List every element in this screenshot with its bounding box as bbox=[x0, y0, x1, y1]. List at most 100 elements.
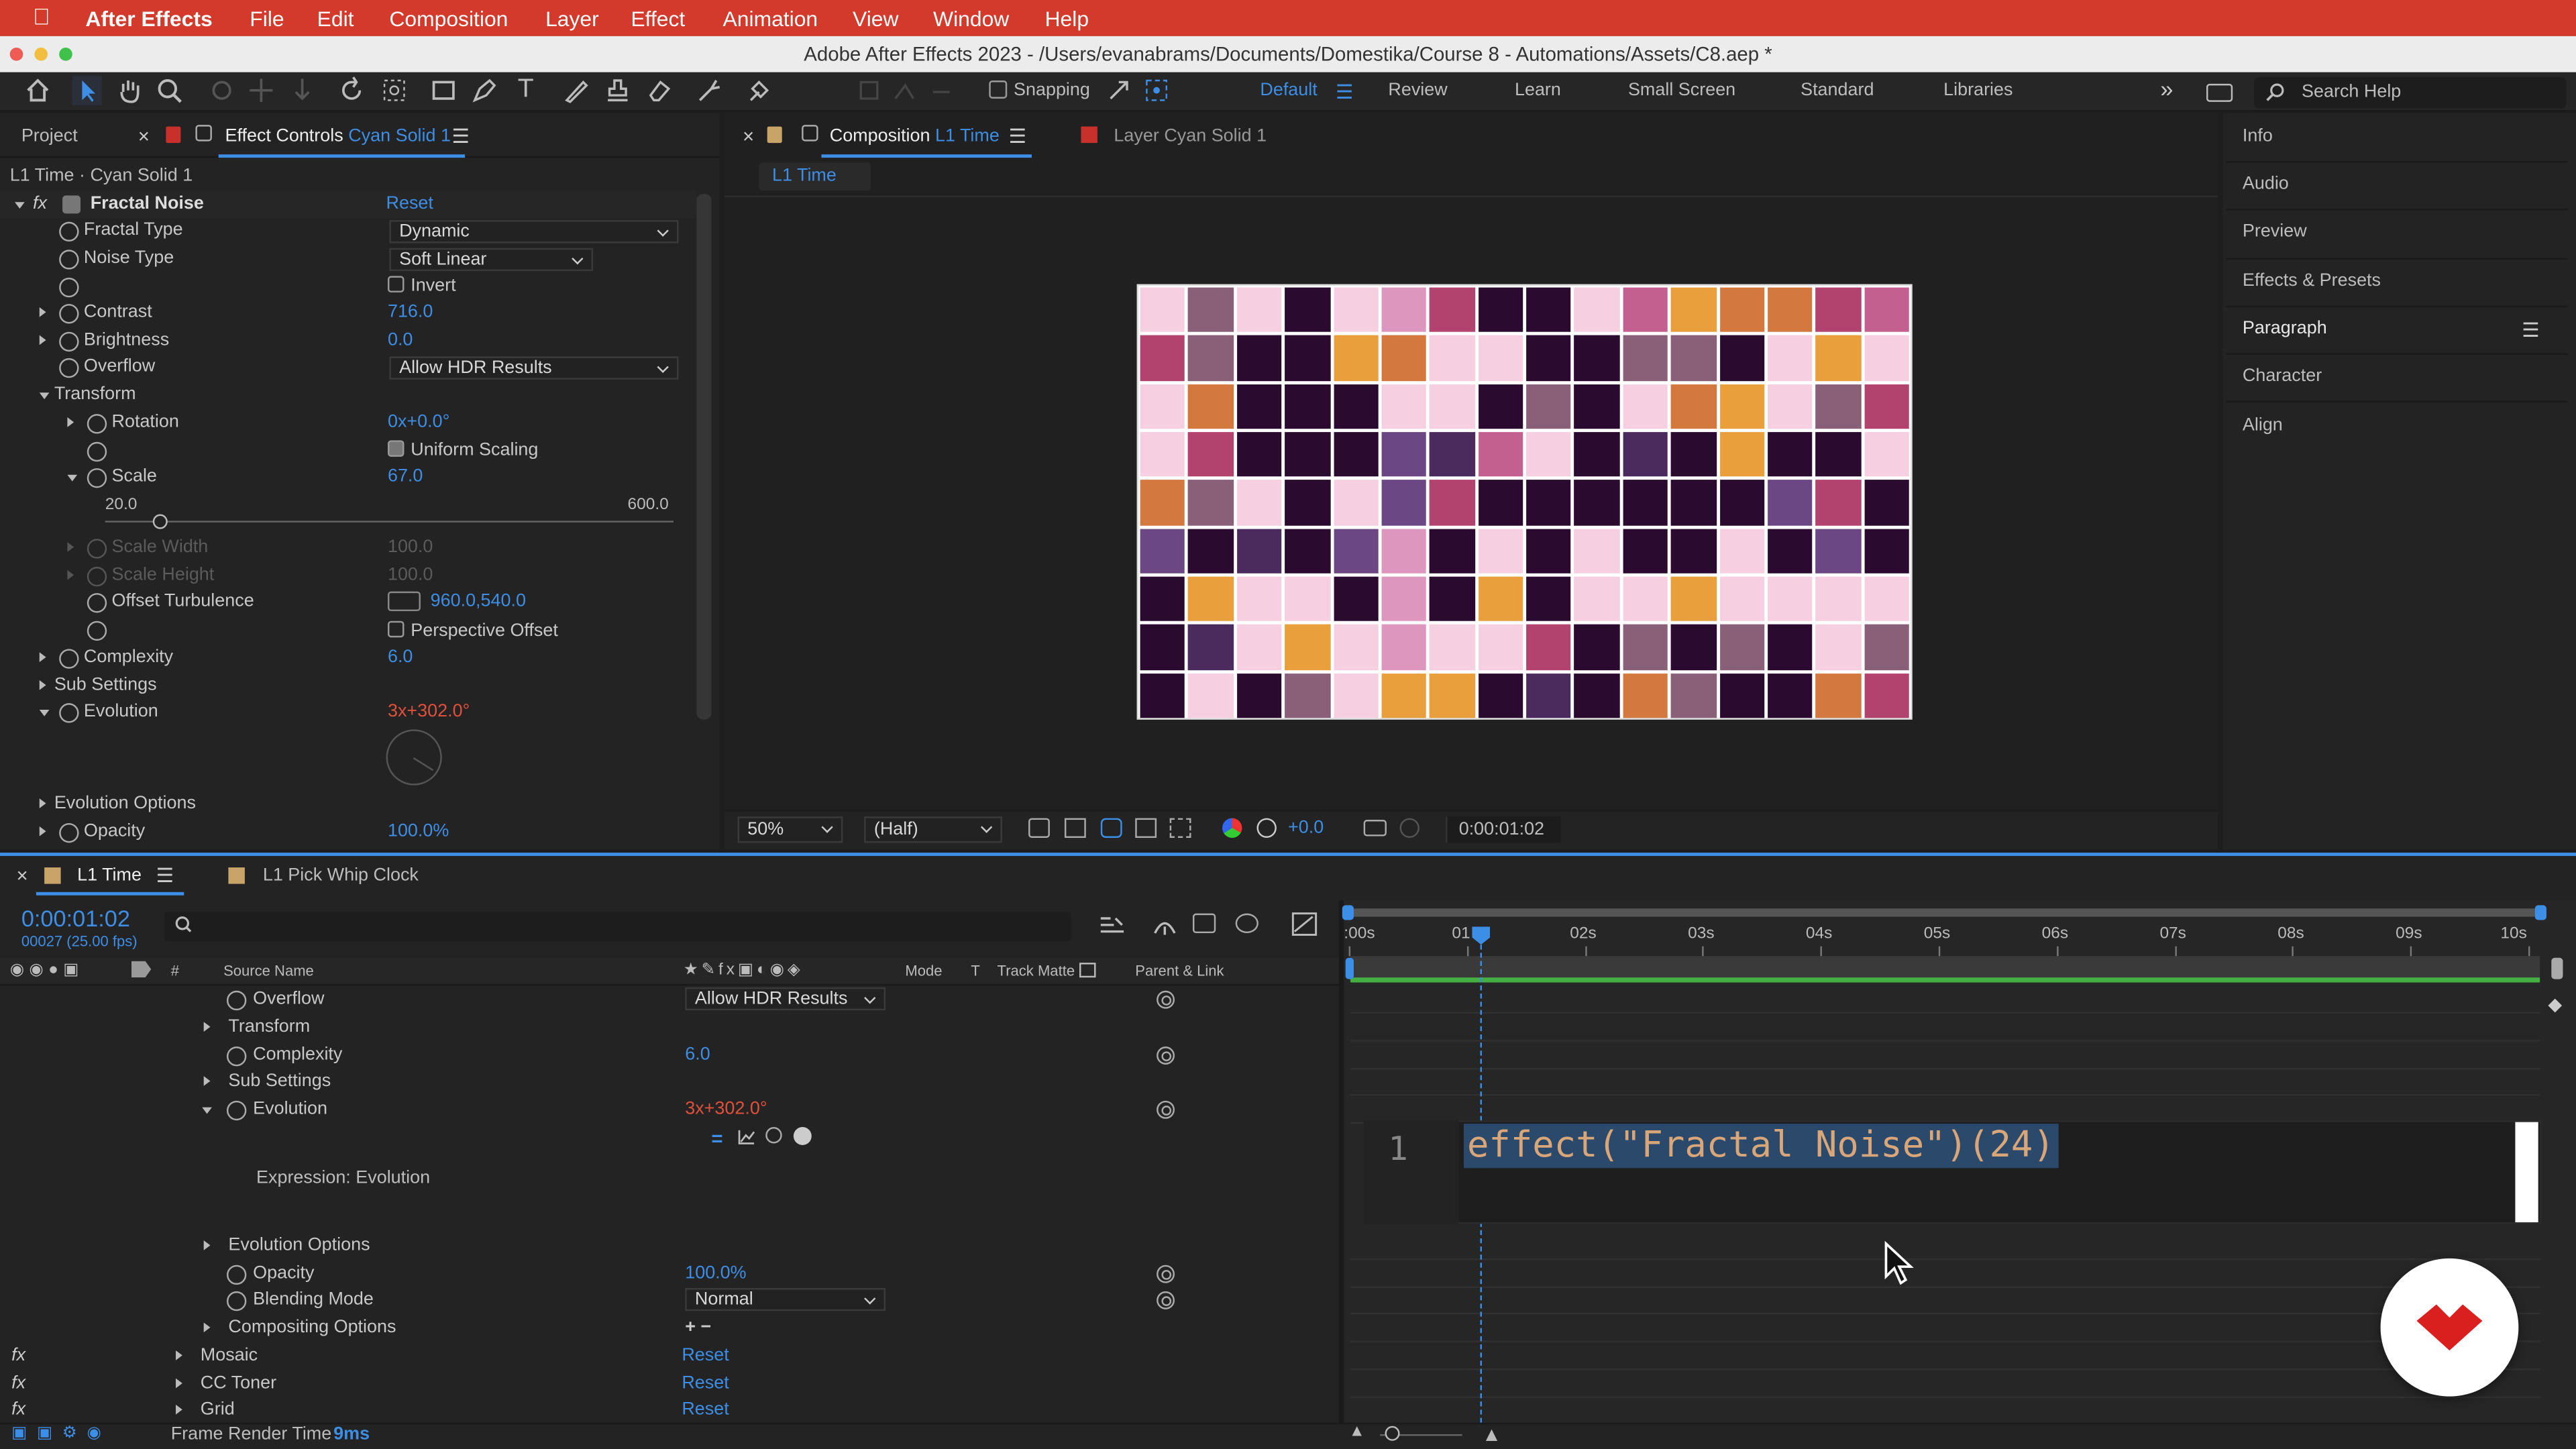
pick-whip-icon[interactable] bbox=[1157, 1265, 1175, 1283]
tab-menu-icon[interactable]: ☰ bbox=[451, 125, 469, 148]
tab-effect-controls[interactable]: Effect Controls Cyan Solid 1 bbox=[225, 127, 451, 146]
stopwatch-icon[interactable] bbox=[226, 1100, 247, 1121]
search-help-field[interactable] bbox=[2254, 77, 2567, 109]
color-channels-icon[interactable] bbox=[1222, 818, 1242, 838]
region-of-interest-icon[interactable] bbox=[1028, 818, 1050, 838]
tab-layer[interactable]: Layer Cyan Solid 1 bbox=[1114, 127, 1267, 146]
close-tab-icon[interactable]: × bbox=[743, 125, 754, 148]
overflow-dropdown[interactable]: Allow HDR Results bbox=[389, 356, 679, 380]
expression-graph-icon[interactable] bbox=[738, 1128, 756, 1150]
exposure-value[interactable]: +0.0 bbox=[1288, 818, 1324, 838]
stopwatch-icon[interactable] bbox=[226, 990, 247, 1011]
menu-file[interactable]: File bbox=[250, 7, 284, 32]
mask-visibility-icon[interactable] bbox=[1100, 818, 1122, 838]
fx-icon[interactable]: fx bbox=[11, 1370, 25, 1398]
snapping-checkbox[interactable] bbox=[989, 80, 1008, 99]
hand-tool-icon[interactable] bbox=[115, 76, 144, 105]
tab-composition[interactable]: Composition L1 Time bbox=[830, 127, 1000, 146]
stopwatch-icon[interactable] bbox=[226, 1046, 247, 1067]
panel-align[interactable]: Align bbox=[2243, 416, 2283, 435]
stopwatch-icon[interactable] bbox=[87, 441, 107, 462]
footer-toggle-icons[interactable]: ▣▣⚙◉ bbox=[11, 1424, 111, 1442]
comp-breadcrumb[interactable]: L1 Time bbox=[759, 162, 871, 191]
apple-icon[interactable]:  bbox=[33, 5, 52, 28]
stopwatch-icon[interactable] bbox=[59, 358, 79, 378]
brightness-value[interactable]: 0.0 bbox=[388, 327, 413, 355]
crosshair-icon[interactable] bbox=[387, 591, 421, 612]
pan-tool-icon[interactable] bbox=[246, 76, 276, 105]
reset-link[interactable]: Reset bbox=[682, 1342, 729, 1371]
workspace-default[interactable]: Default bbox=[1260, 80, 1317, 100]
snapshot-icon[interactable] bbox=[1363, 820, 1387, 837]
comp-lock-toggle-icon[interactable] bbox=[802, 125, 818, 142]
menu-edit[interactable]: Edit bbox=[317, 7, 354, 32]
eraser-tool-icon[interactable] bbox=[644, 76, 674, 105]
show-snapshot-icon[interactable] bbox=[1399, 818, 1419, 838]
tl-sub-settings-group[interactable]: Sub Settings bbox=[0, 1068, 1339, 1096]
anchor-tool-icon[interactable] bbox=[380, 76, 409, 105]
timeline-splitter[interactable] bbox=[1338, 900, 1344, 1423]
panel-audio[interactable]: Audio bbox=[2243, 174, 2289, 194]
stopwatch-icon[interactable] bbox=[226, 1291, 247, 1311]
comp-tab-menu-icon[interactable]: ☰ bbox=[1009, 125, 1026, 148]
dolly-tool-icon[interactable] bbox=[288, 76, 317, 105]
stopwatch-icon[interactable] bbox=[87, 414, 107, 434]
panel-info[interactable]: Info bbox=[2243, 127, 2273, 146]
zoom-out-icon[interactable]: ▲ bbox=[1349, 1423, 1365, 1441]
tl-overflow-dropdown[interactable]: Allow HDR Results bbox=[685, 987, 886, 1011]
selection-tool-icon[interactable] bbox=[72, 75, 102, 105]
zoom-in-icon[interactable]: ▲ bbox=[1482, 1423, 1501, 1446]
reset-link[interactable]: Reset bbox=[682, 1370, 729, 1398]
scale-value[interactable]: 67.0 bbox=[388, 464, 423, 492]
workspace-standard[interactable]: Standard bbox=[1801, 80, 1874, 100]
menu-composition[interactable]: Composition bbox=[389, 7, 508, 32]
panel-effects-presets[interactable]: Effects & Presets bbox=[2243, 271, 2381, 290]
expression-language-menu-icon[interactable] bbox=[793, 1127, 812, 1145]
stopwatch-icon[interactable] bbox=[59, 822, 79, 843]
tl-opacity-value[interactable]: 100.0% bbox=[685, 1260, 746, 1288]
tl-complexity-value[interactable]: 6.0 bbox=[685, 1042, 710, 1070]
app-menu[interactable]: After Effects bbox=[85, 7, 212, 32]
brush-tool-icon[interactable] bbox=[562, 76, 592, 105]
panel-character[interactable]: Character bbox=[2243, 366, 2322, 386]
pick-whip-icon[interactable] bbox=[1157, 1100, 1175, 1119]
menu-help[interactable]: Help bbox=[1045, 7, 1089, 32]
timeline-right-scrollbar[interactable]: ◆ bbox=[2548, 994, 2567, 1017]
fx-icon[interactable]: fx bbox=[11, 1342, 25, 1371]
tab-project[interactable]: Project bbox=[21, 127, 78, 146]
stopwatch-icon[interactable] bbox=[59, 331, 79, 352]
clone-stamp-tool-icon[interactable] bbox=[603, 76, 633, 105]
color-management-icon[interactable] bbox=[1256, 818, 1277, 838]
snap-target-icon[interactable] bbox=[1142, 76, 1171, 105]
home-icon[interactable] bbox=[23, 76, 52, 105]
noise-type-dropdown[interactable]: Soft Linear bbox=[389, 248, 594, 272]
grid-icon[interactable] bbox=[1169, 818, 1191, 838]
expression-enable-icon[interactable]: = bbox=[711, 1127, 722, 1150]
fractal-noise-row[interactable]: fx Fractal Noise Reset bbox=[0, 191, 697, 219]
comp-lock-icon[interactable] bbox=[767, 126, 782, 144]
close-tab-icon[interactable]: × bbox=[138, 125, 150, 148]
tl-evolution-value[interactable]: 3x+302.0° bbox=[685, 1095, 767, 1124]
tl-blending-dropdown[interactable]: Normal bbox=[685, 1288, 886, 1311]
checkbox-icon[interactable] bbox=[387, 276, 405, 292]
paragraph-menu-icon[interactable]: ☰ bbox=[2522, 319, 2539, 341]
orbit-tool-icon[interactable] bbox=[207, 76, 237, 105]
snap-options-icon[interactable] bbox=[1104, 76, 1134, 105]
workspace-menu-icon[interactable]: ☰ bbox=[1336, 80, 1353, 103]
work-area-start-handle[interactable] bbox=[1342, 905, 1354, 920]
stopwatch-icon[interactable] bbox=[59, 277, 79, 298]
timeline-zoom-handle-right[interactable] bbox=[2551, 957, 2563, 979]
graph-editor-icon[interactable] bbox=[1291, 912, 1318, 941]
resolution-dropdown[interactable]: (Half) bbox=[864, 816, 1002, 843]
rotation-value[interactable]: 0x+0.0° bbox=[388, 409, 449, 437]
menu-view[interactable]: View bbox=[853, 7, 898, 32]
stopwatch-icon[interactable] bbox=[87, 468, 107, 488]
comp-timecode[interactable]: 0:00:01:02 bbox=[1446, 816, 1561, 843]
pen-tool-icon[interactable] bbox=[470, 76, 499, 105]
checkbox-icon[interactable] bbox=[387, 440, 405, 457]
motion-blur-icon[interactable] bbox=[1235, 913, 1258, 934]
perspective-offset-checkbox[interactable]: Perspective Offset bbox=[387, 618, 558, 646]
timeline-zoom-slider-handle[interactable] bbox=[1385, 1426, 1400, 1441]
fx-icon[interactable]: fx bbox=[33, 191, 47, 219]
work-area-end-handle[interactable] bbox=[2534, 905, 2546, 920]
